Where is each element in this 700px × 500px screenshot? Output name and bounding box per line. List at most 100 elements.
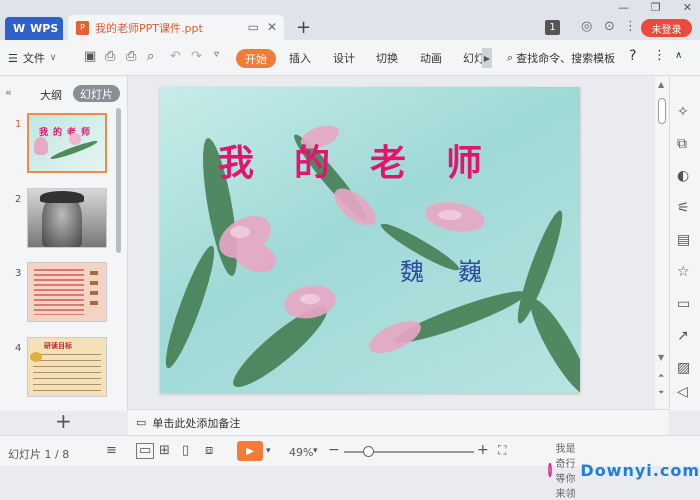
right-sidebar: ✧ ⧉ ◐ ⚟ ▤ ☆ ▭ ↗ ▨ ◁ xyxy=(669,76,700,411)
print-preview-icon[interactable]: ⌕ xyxy=(147,49,154,64)
watermark: 我是奇行 等你来领 Downyi.com xyxy=(548,440,700,500)
thumb-text-block xyxy=(34,269,84,315)
search-label: 查找命令、搜索模板 xyxy=(516,52,616,65)
tab-design[interactable]: 设计 xyxy=(333,50,355,66)
new-tab-button[interactable]: + xyxy=(296,17,311,38)
current-slide[interactable]: 我的老师 魏巍 xyxy=(160,87,580,393)
watermark-caption: 我是奇行 等你来领 xyxy=(555,444,576,500)
picture-icon[interactable]: ▨ xyxy=(677,360,690,376)
close-tab-icon[interactable]: ✕ xyxy=(267,20,277,34)
collapse-ribbon-icon[interactable]: ∧ xyxy=(675,50,682,61)
thumb-heading: 研读目标 xyxy=(44,342,72,350)
ribbon-scroll-right-icon[interactable]: ▶ xyxy=(482,48,492,68)
scroll-up-icon[interactable]: ▲ xyxy=(658,80,664,89)
zoom-percent[interactable]: 49% xyxy=(289,446,313,459)
file-menu-button[interactable]: ☰ 文件 ∨ xyxy=(8,50,56,66)
slide-indicator: 幻灯片 1 / 8 xyxy=(8,448,70,461)
slide-canvas: 我的老师 魏巍 xyxy=(128,76,655,409)
play-slideshow-button[interactable]: ▶ xyxy=(237,441,263,461)
minimize-icon[interactable]: — xyxy=(618,1,629,14)
ribbon-toolbar: ☰ 文件 ∨ ▣ ⎙ ⎙ ⌕ ↶ ↷ ▿ 开始 插入 设计 切换 动画 幻灯 ▶… xyxy=(0,40,700,76)
settings-sliders-icon[interactable]: ⚟ xyxy=(677,200,690,216)
skin-icon[interactable]: ◎ xyxy=(581,19,592,34)
redo-icon[interactable]: ↷ xyxy=(191,49,202,64)
portrait-cap xyxy=(40,191,84,203)
copy-icon[interactable]: ⧉ xyxy=(677,136,687,152)
search-icon: ⌕ xyxy=(507,51,514,64)
slide-sorter-icon[interactable]: ⊞ xyxy=(159,443,170,458)
tab-outline[interactable]: 大纲 xyxy=(40,87,62,103)
notes-toggle-icon[interactable]: ≡ xyxy=(106,443,117,458)
wps-home-tab[interactable]: W WPS xyxy=(5,17,63,40)
lily-image xyxy=(69,133,81,145)
help-icon[interactable]: ? xyxy=(629,48,636,64)
watermark-logo-text: Downyi.com xyxy=(580,460,700,480)
export-pdf-icon[interactable]: ⎙ xyxy=(105,49,115,64)
file-menu-label: 文件 xyxy=(22,52,45,65)
customize-toolbar-icon[interactable]: ▿ xyxy=(214,49,219,60)
tab-animation[interactable]: 动画 xyxy=(420,50,442,66)
next-slide-icon[interactable]: ⏷ xyxy=(658,388,664,398)
ribbon-more-icon[interactable]: ⋮ xyxy=(653,48,666,63)
window-count-badge[interactable]: 1 xyxy=(545,20,560,35)
share-icon[interactable]: ⊙ xyxy=(604,19,615,34)
zoom-slider-knob[interactable] xyxy=(362,446,374,457)
notes-bar[interactable]: ▭ 单击此处添加备注 xyxy=(128,409,669,435)
slide-thumbnail-1[interactable]: 我的老师 xyxy=(27,113,107,173)
audio-icon[interactable]: ◁ xyxy=(677,384,688,400)
normal-view-icon[interactable]: ▭ xyxy=(136,443,155,459)
lily-flowers-image xyxy=(165,125,580,393)
document-tab-label: 我的老师PPT课件.ppt xyxy=(95,21,203,35)
presenter-view-icon[interactable]: ⧈ xyxy=(205,443,213,458)
prev-slide-icon[interactable]: ⏶ xyxy=(658,371,664,381)
reading-view-icon[interactable]: ▯ xyxy=(182,443,189,458)
archive-icon[interactable]: ▭ xyxy=(677,296,690,312)
tab-start[interactable]: 开始 xyxy=(236,49,276,68)
add-slide-button[interactable]: + xyxy=(55,409,72,433)
panel-scrollbar[interactable] xyxy=(116,108,121,253)
tab-transition[interactable]: 切换 xyxy=(376,50,398,66)
slide-thumbnail-4[interactable]: 研读目标 xyxy=(27,337,107,397)
image-gallery-icon[interactable]: ▤ xyxy=(677,232,690,248)
undo-icon[interactable]: ↶ xyxy=(170,49,181,64)
thumb-side-text xyxy=(90,271,98,311)
tab-insert[interactable]: 插入 xyxy=(289,50,311,66)
thumb-text-block xyxy=(33,354,101,394)
pin-icon[interactable]: ✧ xyxy=(677,104,689,120)
scrollbar-thumb[interactable] xyxy=(658,98,666,124)
maximize-icon[interactable]: ❐ xyxy=(651,1,661,14)
slide-thumbnail-3[interactable] xyxy=(27,262,107,322)
star-icon[interactable]: ☆ xyxy=(677,264,690,280)
canvas-scrollbar[interactable]: ▲ ▼ ⏶ ⏷ xyxy=(655,76,669,409)
tab-window-icon[interactable]: ▭ xyxy=(248,20,259,34)
hamburger-icon: ☰ xyxy=(8,51,18,65)
close-window-icon[interactable]: ✕ xyxy=(683,1,692,14)
shape-icon[interactable]: ◐ xyxy=(677,168,689,184)
scroll-down-icon[interactable]: ▼ xyxy=(658,353,664,362)
save-icon[interactable]: ▣ xyxy=(84,49,96,64)
more-dots-icon[interactable]: ⋮ xyxy=(624,19,637,34)
slide-title[interactable]: 我的老师 xyxy=(160,134,580,186)
tab-slideshow[interactable]: 幻灯 xyxy=(463,50,482,66)
zoom-dropdown-icon[interactable]: ▾ xyxy=(313,446,318,456)
login-button[interactable]: 未登录 xyxy=(641,19,692,37)
tab-slides[interactable]: 幻灯片 xyxy=(73,85,120,102)
collapse-panel-icon[interactable]: « xyxy=(5,86,12,99)
chevron-down-icon: ∨ xyxy=(49,53,57,63)
slide-thumbnail-2[interactable] xyxy=(27,188,107,248)
slide-panel: « 大纲 幻灯片 1 我的老师 2 3 4 研读目标 + xyxy=(0,76,128,433)
zoom-out-icon[interactable]: − xyxy=(328,442,340,458)
zoom-in-icon[interactable]: + xyxy=(477,442,489,458)
watermark-logo-icon xyxy=(548,463,552,477)
slide-author[interactable]: 魏巍 xyxy=(400,252,516,287)
print-icon[interactable]: ⎙ xyxy=(126,49,136,64)
thumb-number: 4 xyxy=(15,343,22,354)
play-options-chevron-icon[interactable]: ▾ xyxy=(266,446,271,456)
document-tab[interactable]: P 我的老师PPT课件.ppt ▭ ✕ xyxy=(68,15,284,40)
notes-placeholder: 单击此处添加备注 xyxy=(152,416,241,430)
fit-window-icon[interactable]: ⛶ xyxy=(498,443,506,458)
command-search[interactable]: ⌕ 查找命令、搜索模板 xyxy=(507,50,615,66)
notes-icon: ▭ xyxy=(136,416,147,429)
export-icon[interactable]: ↗ xyxy=(677,328,689,344)
lily-image xyxy=(34,137,48,155)
